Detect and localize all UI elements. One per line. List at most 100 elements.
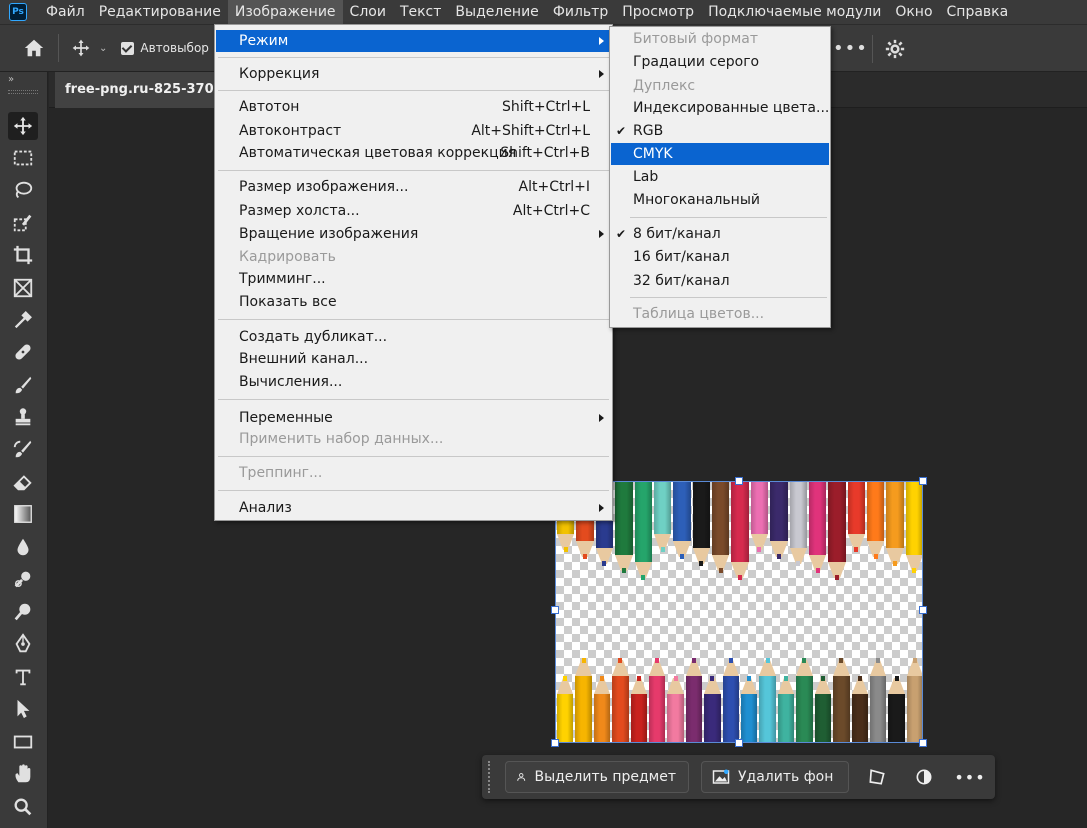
lasso-tool[interactable] (8, 176, 38, 204)
path-selection-tool[interactable] (8, 695, 38, 723)
object-selection-tool[interactable] (8, 209, 38, 237)
menu-item-calculations[interactable]: Вычисления... (216, 371, 611, 393)
menu-item-apply-image[interactable]: Внешний канал... (216, 348, 611, 370)
adjustment-circle-icon[interactable] (914, 767, 934, 787)
menu-item-variables[interactable]: Переменные (216, 407, 611, 429)
type-icon (15, 669, 31, 686)
submenu-item-16bit[interactable]: 16 бит/канал (611, 246, 829, 268)
panel-collapse-icon[interactable]: » (8, 74, 14, 85)
submenu-item-grayscale[interactable]: Градации серого (611, 51, 829, 73)
menu-item-canvas-size[interactable]: Размер холста... Alt+Ctrl+C (216, 200, 611, 222)
menu-item-image-rotation[interactable]: Вращение изображения (216, 223, 611, 245)
gradient-tool[interactable] (8, 500, 38, 528)
type-tool[interactable] (8, 663, 38, 691)
submenu-arrow-icon (599, 414, 604, 422)
transform-handle-bottom-right[interactable] (919, 739, 927, 747)
more-options-icon[interactable]: ••• (833, 38, 868, 59)
history-brush-tool[interactable] (8, 435, 38, 463)
gear-icon[interactable] (885, 39, 905, 59)
submenu-item-multichannel[interactable]: Многоканальный (611, 189, 829, 211)
blur-tool[interactable] (8, 533, 38, 561)
pencil (750, 482, 769, 578)
transform-handle-bottom[interactable] (735, 739, 743, 747)
menu-item-image-size[interactable]: Размер изображения... Alt+Ctrl+I (216, 176, 611, 198)
clone-stamp-tool[interactable] (8, 403, 38, 431)
menu-item-auto-color[interactable]: Автоматическая цветовая коррекция Shift+C… (216, 142, 611, 164)
eraser-tool[interactable] (8, 468, 38, 496)
image-menu-dropdown: Режим Коррекция Автотон Shift+Ctrl+L Авто… (214, 24, 613, 521)
eyedropper-tool[interactable] (8, 306, 38, 334)
crop-tool[interactable] (8, 241, 38, 269)
menu-edit[interactable]: Редактирование (92, 0, 228, 24)
transform-handle-top[interactable] (735, 477, 743, 485)
menu-item-trim[interactable]: Тримминг... (216, 268, 611, 290)
options-separator-right (872, 35, 873, 63)
menu-item-analysis[interactable]: Анализ (216, 497, 611, 519)
tool-preset-chevron-down-icon[interactable]: ⌄ (99, 43, 107, 54)
menu-separator (218, 90, 609, 91)
hand-tool[interactable] (8, 760, 38, 788)
submenu-item-8bit[interactable]: ✔ 8 бит/канал (611, 223, 829, 245)
brush-tool[interactable] (8, 371, 38, 399)
pencil (827, 482, 846, 580)
menu-window[interactable]: Окно (888, 0, 939, 24)
submenu-item-label: Дуплекс (633, 78, 696, 94)
transform-handle-bottom-left[interactable] (551, 739, 559, 747)
submenu-separator (630, 297, 827, 298)
menu-item-label: Коррекция (239, 66, 320, 82)
menu-view[interactable]: Просмотр (615, 0, 701, 24)
transform-handle-left[interactable] (551, 606, 559, 614)
select-subject-button[interactable]: Выделить предмет (505, 761, 689, 793)
submenu-item-label: 32 бит/канал (633, 273, 730, 289)
submenu-item-lab[interactable]: Lab (611, 166, 829, 188)
transform-handle-right[interactable] (919, 606, 927, 614)
submenu-separator (630, 217, 827, 218)
menu-file[interactable]: Файл (39, 0, 92, 24)
auto-select-checkbox[interactable] (121, 41, 135, 55)
menu-layers[interactable]: Слои (343, 0, 393, 24)
dodge-tool[interactable] (8, 565, 38, 593)
menu-help[interactable]: Справка (940, 0, 1016, 24)
zoom-tool[interactable] (8, 793, 38, 821)
pen-tool[interactable] (8, 598, 38, 626)
more-options-icon[interactable]: ••• (954, 767, 984, 787)
menu-item-adjustments[interactable]: Коррекция (216, 63, 611, 85)
select-subject-label: Выделить предмет (534, 769, 676, 785)
submenu-item-32bit[interactable]: 32 бит/канал (611, 270, 829, 292)
menu-type[interactable]: Текст (393, 0, 448, 24)
healing-brush-tool[interactable] (8, 338, 38, 366)
menu-item-apply-data-set: Применить набор данных... (216, 428, 611, 450)
submenu-item-label: Градации серого (633, 54, 760, 70)
menu-select[interactable]: Выделение (448, 0, 545, 24)
move-tool[interactable] (8, 112, 38, 140)
submenu-item-cmyk[interactable]: CMYK (611, 143, 829, 165)
menu-separator (218, 490, 609, 491)
transform-icon[interactable] (867, 767, 887, 787)
menu-item-reveal-all[interactable]: Показать все (216, 291, 611, 313)
menu-item-auto-contrast[interactable]: Автоконтраст Alt+Shift+Ctrl+L (216, 120, 611, 142)
menu-item-mode[interactable]: Режим (216, 30, 611, 52)
menu-filter[interactable]: Фильтр (546, 0, 615, 24)
menu-image[interactable]: Изображение (227, 0, 343, 24)
pencil (653, 482, 672, 578)
frame-icon (13, 278, 33, 298)
submenu-item-indexed-color[interactable]: Индексированные цвета... (611, 97, 829, 119)
panel-grip[interactable] (8, 90, 38, 94)
pencil (885, 482, 904, 578)
rectangle-tool[interactable] (8, 728, 38, 756)
home-icon[interactable] (22, 36, 46, 60)
menu-plugins[interactable]: Подключаемые модули (701, 0, 888, 24)
marquee-tool[interactable] (8, 144, 38, 172)
move-tool-icon[interactable] (71, 38, 91, 58)
pen-path-tool[interactable] (8, 630, 38, 658)
menu-item-label: Автоматическая цветовая коррекция (239, 145, 517, 161)
menu-item-auto-tone[interactable]: Автотон Shift+Ctrl+L (216, 96, 611, 118)
transform-handle-top-right[interactable] (919, 477, 927, 485)
submenu-item-rgb[interactable]: ✔ RGB (611, 120, 829, 142)
menu-item-duplicate[interactable]: Создать дубликат... (216, 326, 611, 348)
submenu-item-bitmap: Битовый формат (611, 28, 829, 50)
taskbar-grip[interactable] (488, 761, 492, 793)
remove-background-button[interactable]: Удалить фон (701, 761, 849, 793)
pencil (808, 482, 827, 578)
frame-tool[interactable] (8, 274, 38, 302)
